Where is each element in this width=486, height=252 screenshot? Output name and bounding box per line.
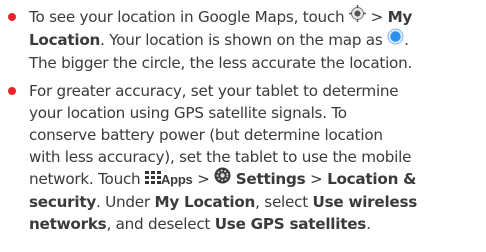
bullet-icon [8, 13, 16, 21]
bold-text: My Location [154, 193, 256, 211]
text-line: conserve battery power (but determine lo… [29, 126, 383, 144]
text-span: , and deselect [106, 215, 211, 233]
settings-icon [214, 167, 231, 190]
text-line: security. Under My Location, select Use … [29, 191, 486, 213]
separator: > [197, 170, 210, 188]
bullet-icon [8, 87, 16, 95]
text-line: networks, and deselect Use GPS satellite… [29, 213, 486, 235]
bold-text: Location [29, 31, 101, 49]
text-line: your location using GPS satellite signal… [29, 104, 347, 122]
text-span: network. Touch [29, 170, 141, 188]
bold-text: My [387, 8, 413, 26]
bold-text: Location & [327, 170, 417, 188]
bold-text: Settings [235, 170, 306, 188]
text-span: To see your location in Google Maps, tou… [29, 8, 345, 26]
text-line: To see your location in Google Maps, tou… [29, 5, 486, 29]
location-dot-icon [387, 28, 404, 51]
text-span: , select [255, 193, 308, 211]
separator: > [370, 8, 384, 26]
text-span: . Under [96, 193, 150, 211]
bold-text: Use GPS satellites [214, 215, 367, 233]
help-page: To see your location in Google Maps, tou… [0, 0, 486, 252]
text-span: . [366, 215, 371, 233]
bold-text: networks [29, 215, 107, 233]
text-line: network. Touch Apps > Settings > Locatio… [29, 167, 486, 191]
separator: > [310, 170, 323, 188]
text-line: For greater accuracy, set your tablet to… [29, 82, 399, 100]
apps-grid-icon [145, 168, 161, 190]
apps-label: Apps [161, 172, 193, 187]
text-line: The bigger the circle, the less accurate… [29, 54, 413, 72]
list-item: For greater accuracy, set your tablet to… [0, 74, 486, 235]
text-span: . Your location is shown on the map as [100, 31, 383, 49]
text-span: . [404, 31, 409, 49]
my-location-icon [348, 5, 366, 28]
list-item: To see your location in Google Maps, tou… [0, 0, 486, 74]
bullet-list: To see your location in Google Maps, tou… [0, 0, 486, 235]
text-line: with less accuracy), set the tablet to u… [29, 148, 412, 166]
bold-text: Use wireless [312, 193, 418, 211]
bold-text: security [29, 193, 97, 211]
text-line: Location. Your location is shown on the … [29, 28, 486, 52]
